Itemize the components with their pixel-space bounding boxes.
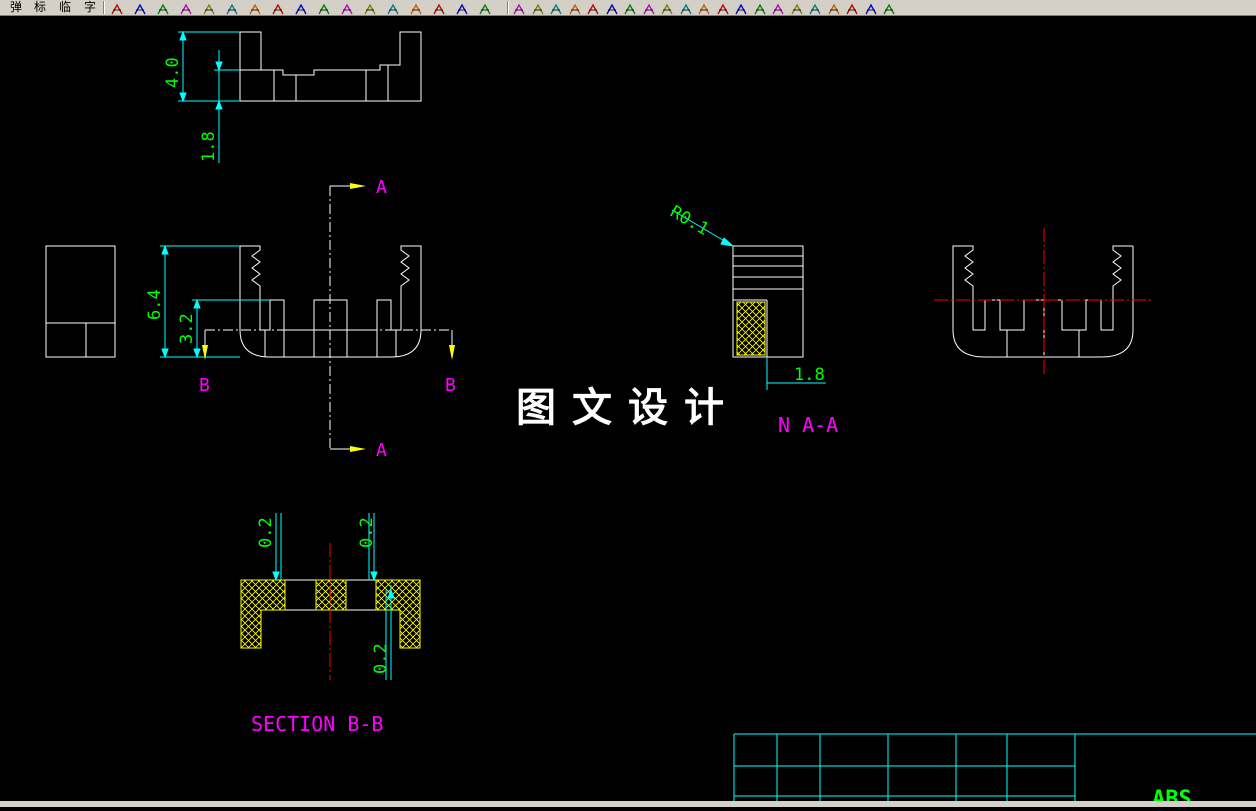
- hole-icon[interactable]: [697, 1, 711, 15]
- section-arrow: [202, 345, 208, 360]
- balloon-icon[interactable]: [202, 1, 216, 15]
- view-label: N A-A: [778, 413, 838, 437]
- hatch-area: [736, 301, 766, 356]
- dim-label: 0.2: [357, 517, 377, 548]
- spring-icon[interactable]: [294, 1, 308, 15]
- menu-char-2[interactable]: 标: [30, 0, 50, 15]
- section-icon[interactable]: [340, 1, 354, 15]
- spline-icon[interactable]: [734, 1, 748, 15]
- hatch-area: [315, 579, 347, 611]
- cad-toolbar: 弹 标 临 字: [0, 0, 1256, 16]
- view-label: SECTION B-B: [251, 712, 383, 736]
- watermark: 图文设计: [516, 384, 740, 431]
- toolbar-separator: [103, 1, 105, 14]
- top-view: [239, 31, 422, 102]
- menu-char-1[interactable]: 弹: [6, 0, 26, 15]
- roughness-icon[interactable]: [363, 1, 377, 15]
- tag-icon[interactable]: [549, 1, 563, 15]
- dim-label: 0.2: [256, 517, 276, 548]
- hatch-area: [375, 579, 421, 649]
- chamfer-icon[interactable]: [623, 1, 637, 15]
- menu-char-4[interactable]: 字: [80, 0, 100, 15]
- left-view: [45, 245, 116, 358]
- curve-icon[interactable]: [568, 1, 582, 15]
- toolbar-separator: [507, 1, 509, 14]
- dim-label: 1.8: [794, 365, 825, 385]
- dim-label: 1.8: [199, 131, 219, 162]
- arrow-up-down-icon[interactable]: [864, 1, 878, 15]
- section-arrow: [350, 183, 366, 189]
- arrow-icon[interactable]: [531, 1, 545, 15]
- section-mark: B: [199, 375, 210, 396]
- section-mark: B: [445, 375, 456, 396]
- arc-icon[interactable]: [432, 1, 446, 15]
- section-mark: A: [376, 177, 387, 198]
- hatch-area: [240, 579, 286, 649]
- leader-icon[interactable]: [660, 1, 674, 15]
- section-mark: A: [376, 440, 387, 461]
- move-icon[interactable]: [827, 1, 841, 15]
- right-view: [952, 245, 1134, 358]
- bearing-icon[interactable]: [317, 1, 331, 15]
- radius-icon[interactable]: [642, 1, 656, 15]
- toolbar-edge: [0, 0, 4, 15]
- weld-icon[interactable]: [133, 1, 147, 15]
- offset-icon[interactable]: [753, 1, 767, 15]
- section-arrow: [350, 446, 366, 452]
- break-icon[interactable]: [586, 1, 600, 15]
- dim-label: 3.2: [177, 313, 197, 344]
- table-icon[interactable]: [808, 1, 822, 15]
- hatch-icon[interactable]: [110, 1, 124, 15]
- datum-icon[interactable]: [386, 1, 400, 15]
- line-icon[interactable]: [455, 1, 469, 15]
- fit-icon[interactable]: [882, 1, 896, 15]
- dim-label: 4.0: [163, 57, 183, 88]
- perp-icon[interactable]: [478, 1, 492, 15]
- surface-icon[interactable]: [156, 1, 170, 15]
- dim-label: 0.2: [371, 643, 391, 674]
- dimension-icon[interactable]: [605, 1, 619, 15]
- point-icon[interactable]: [771, 1, 785, 15]
- scale-icon[interactable]: [716, 1, 730, 15]
- screw-icon[interactable]: [248, 1, 262, 15]
- dim-label: 6.4: [145, 289, 165, 320]
- arrow-left-right-icon[interactable]: [845, 1, 859, 15]
- length-icon[interactable]: [679, 1, 693, 15]
- list-icon[interactable]: [225, 1, 239, 15]
- dim-label: R0.1: [667, 202, 712, 240]
- horizontal-scrollbar[interactable]: [0, 801, 1256, 807]
- center-line-icon[interactable]: [179, 1, 193, 15]
- fastener-icon[interactable]: [271, 1, 285, 15]
- section-arrow: [449, 345, 455, 360]
- corner-icon[interactable]: [790, 1, 804, 15]
- angle-icon[interactable]: [512, 1, 526, 15]
- menu-char-3[interactable]: 临: [55, 0, 75, 15]
- tolerance-icon[interactable]: [409, 1, 423, 15]
